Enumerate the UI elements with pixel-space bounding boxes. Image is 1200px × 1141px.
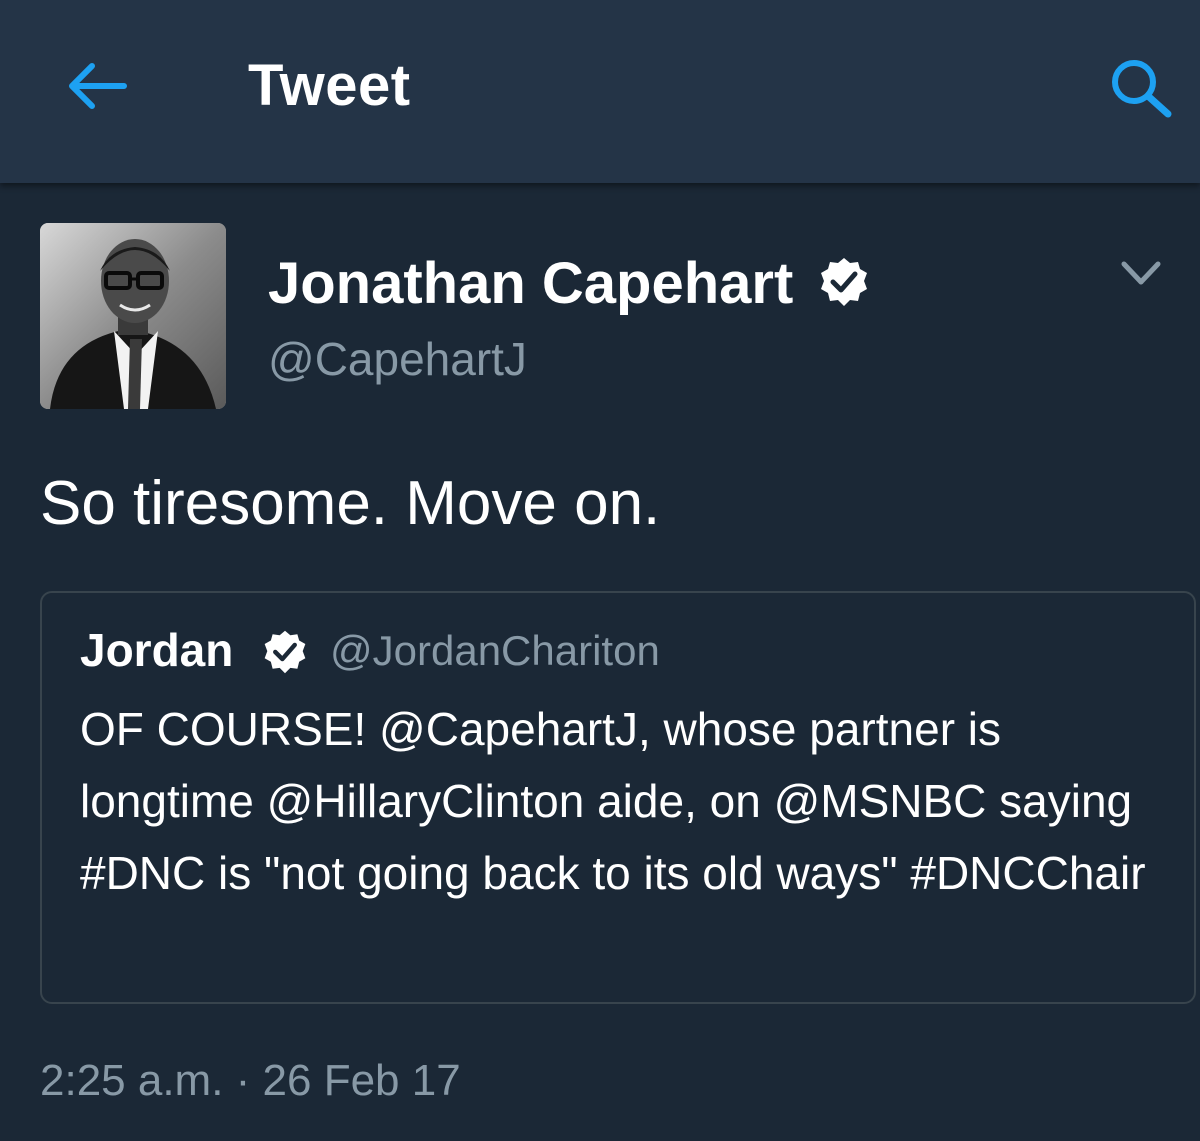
back-button[interactable] [62, 58, 132, 114]
quoted-tweet-text: OF COURSE! @CapehartJ, whose partner is … [80, 703, 1146, 899]
top-app-bar: Tweet [0, 0, 1200, 183]
arrow-left-icon [69, 63, 127, 109]
author-handle[interactable]: @CapehartJ [268, 332, 527, 386]
quoted-tweet-card[interactable]: Jordan @JordanChariton OF COURSE! @Capeh… [40, 591, 1196, 1004]
tweet-timestamp: 2:25 a.m. · 26 Feb 17 [40, 1056, 461, 1105]
tweet-options-button[interactable] [1118, 256, 1164, 290]
page-title: Tweet [248, 53, 411, 118]
search-button[interactable] [1108, 56, 1178, 118]
avatar-photo [40, 223, 226, 409]
verified-badge-icon [821, 258, 867, 306]
quoted-author-name: Jordan [80, 624, 234, 676]
chevron-down-icon [1121, 261, 1161, 285]
verified-badge-icon [264, 630, 306, 674]
search-icon [1112, 60, 1172, 118]
author-display-name[interactable]: Jonathan Capehart [268, 250, 793, 317]
tweet-text: So tiresome. Move on. [40, 469, 661, 538]
avatar[interactable] [40, 223, 226, 409]
quoted-author-handle: @JordanChariton [330, 627, 660, 674]
